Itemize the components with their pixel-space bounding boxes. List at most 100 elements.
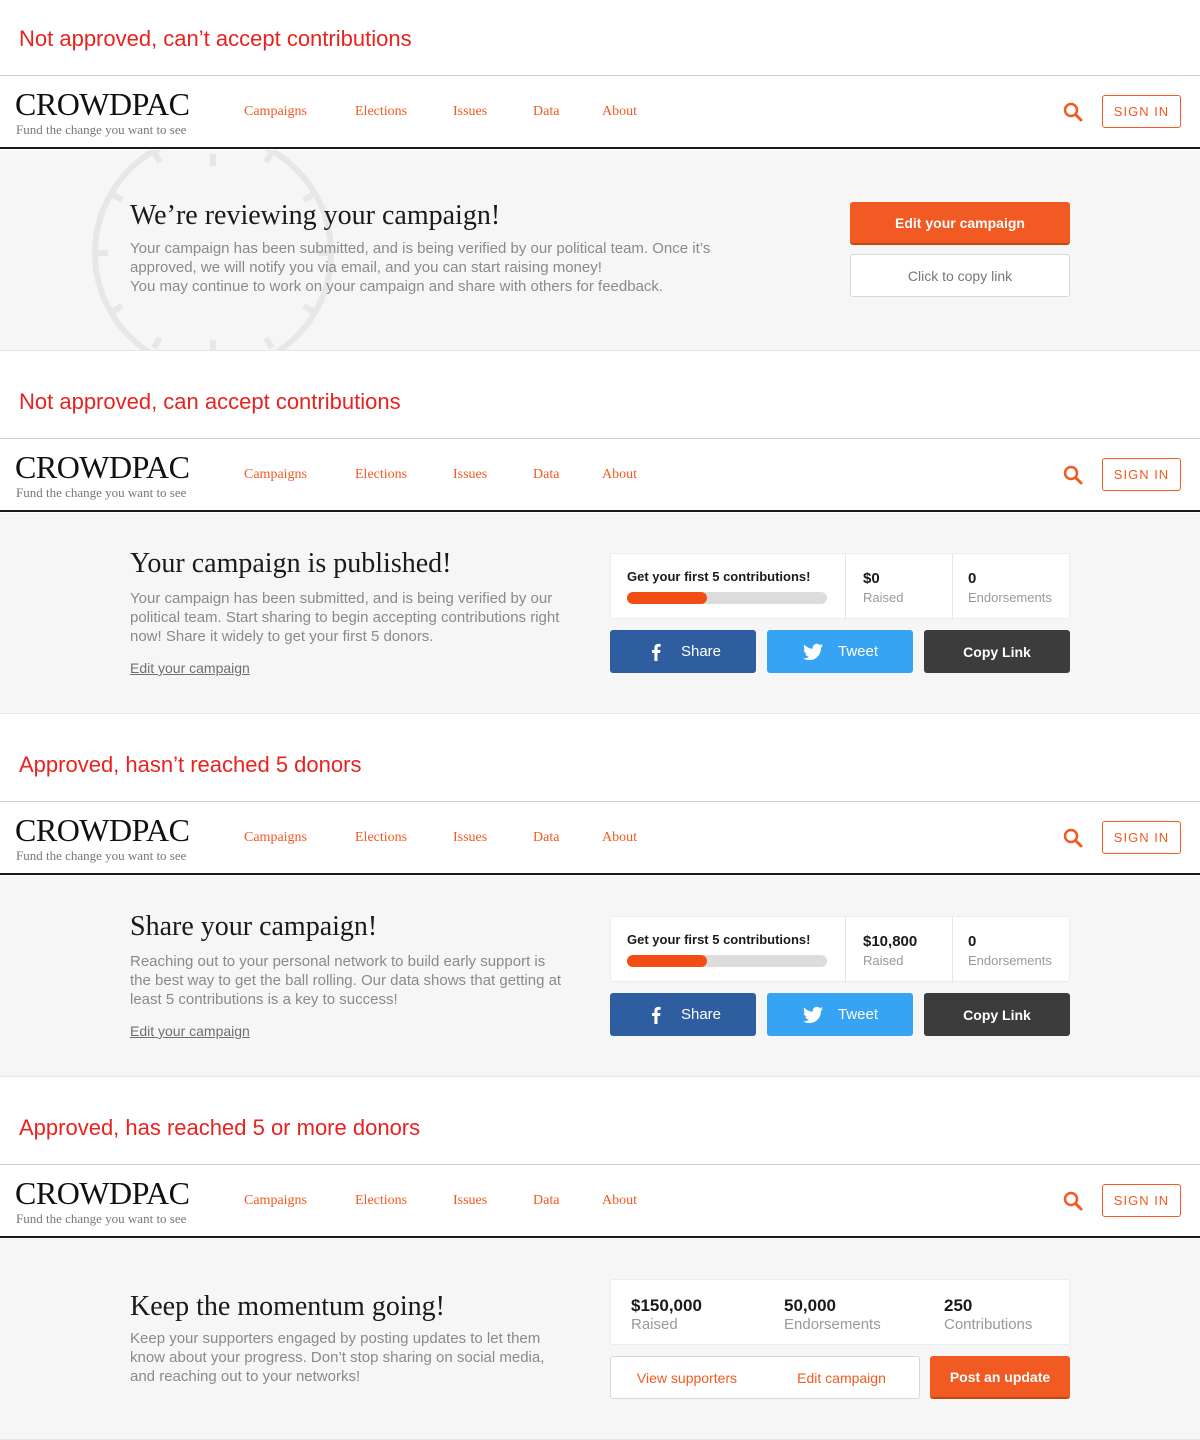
- state-label: Not approved, can accept contributions: [19, 389, 401, 414]
- facebook-icon: [651, 643, 661, 661]
- state-label: Approved, hasn’t reached 5 donors: [19, 752, 362, 777]
- copy-link-button[interactable]: Copy Link: [924, 993, 1070, 1036]
- goal-label: Get your first 5 contributions!: [627, 932, 811, 947]
- raised-label: Raised: [863, 590, 904, 605]
- raised-value: $10,800: [863, 933, 918, 950]
- tweet-label: Tweet: [837, 643, 879, 660]
- navbar: CROWDPAC Fund the change you want to see…: [0, 75, 1200, 149]
- search-icon[interactable]: [1063, 1191, 1083, 1211]
- edit-campaign-link[interactable]: Edit your campaign: [130, 1023, 250, 1039]
- progress-fill: [627, 592, 707, 604]
- endorsements-label: Endorsements: [968, 953, 1052, 968]
- contributions-label: Contributions: [944, 1316, 1033, 1333]
- nav-link-elections[interactable]: Elections: [355, 1193, 407, 1209]
- state-not-approved-can-accept: Not approved, can accept contributions C…: [0, 363, 1200, 726]
- nav-link-about[interactable]: About: [602, 467, 637, 483]
- contributions-value: 250: [944, 1296, 973, 1315]
- progress-fill: [627, 955, 707, 967]
- banner-text: Reaching out to your personal network to…: [130, 953, 562, 1008]
- raised-label: Raised: [631, 1316, 678, 1333]
- tweet-label: Tweet: [837, 1006, 879, 1023]
- nav-link-campaigns[interactable]: Campaigns: [244, 1193, 307, 1209]
- action-group: View supporters Edit campaign: [610, 1356, 920, 1399]
- logo[interactable]: CROWDPAC: [15, 812, 190, 849]
- banner-text: Keep your supporters engaged by posting …: [130, 1330, 545, 1385]
- nav-link-campaigns[interactable]: Campaigns: [244, 467, 307, 483]
- copy-link-button[interactable]: Copy Link: [924, 630, 1070, 673]
- state-not-approved-no-contributions: Not approved, can’t accept contributions…: [0, 0, 1200, 363]
- nav-link-issues[interactable]: Issues: [453, 1193, 487, 1209]
- tweet-button[interactable]: Tweet: [767, 993, 913, 1036]
- nav-link-about[interactable]: About: [602, 104, 637, 120]
- raised-value: $150,000: [631, 1296, 702, 1315]
- nav-link-issues[interactable]: Issues: [453, 104, 487, 120]
- search-icon[interactable]: [1063, 828, 1083, 848]
- stats-card: Get your first 5 contributions! $10,800 …: [610, 916, 1070, 983]
- state-approved-under-5: Approved, hasn’t reached 5 donors CROWDP…: [0, 726, 1200, 1089]
- stats-card: $150,000 Raised 50,000 Endorsements 250 …: [610, 1279, 1070, 1345]
- share-label: Share: [680, 1006, 722, 1023]
- nav-link-about[interactable]: About: [602, 830, 637, 846]
- logo[interactable]: CROWDPAC: [15, 86, 190, 123]
- copy-link-button[interactable]: Click to copy link: [850, 254, 1070, 297]
- twitter-icon: [802, 1006, 824, 1023]
- navbar: CROWDPAC Fund the change you want to see…: [0, 801, 1200, 875]
- logo[interactable]: CROWDPAC: [15, 449, 190, 486]
- nav-link-issues[interactable]: Issues: [453, 467, 487, 483]
- nav-link-data[interactable]: Data: [533, 1193, 559, 1209]
- post-update-button[interactable]: Post an update: [930, 1356, 1070, 1399]
- edit-campaign-link[interactable]: Edit your campaign: [130, 660, 250, 676]
- endorsements-value: 0: [968, 933, 977, 950]
- edit-campaign-button[interactable]: Edit campaign: [764, 1357, 919, 1398]
- share-label: Share: [680, 643, 722, 660]
- banner-title: Keep the momentum going!: [130, 1291, 445, 1322]
- tweet-button[interactable]: Tweet: [767, 630, 913, 673]
- banner-text: Your campaign has been submitted, and is…: [130, 240, 711, 295]
- banner-text: Your campaign has been submitted, and is…: [130, 590, 560, 645]
- state-label: Approved, has reached 5 or more donors: [19, 1115, 421, 1140]
- nav-link-data[interactable]: Data: [533, 104, 559, 120]
- logo[interactable]: CROWDPAC: [15, 1175, 190, 1212]
- tagline: Fund the change you want to see: [16, 848, 187, 863]
- nav-link-campaigns[interactable]: Campaigns: [244, 104, 307, 120]
- twitter-icon: [802, 643, 824, 660]
- state-approved-5-plus: Approved, has reached 5 or more donors C…: [0, 1089, 1200, 1440]
- nav-link-issues[interactable]: Issues: [453, 830, 487, 846]
- sign-in-button[interactable]: SIGN IN: [1102, 458, 1181, 491]
- tagline: Fund the change you want to see: [16, 1211, 187, 1226]
- nav-link-campaigns[interactable]: Campaigns: [244, 830, 307, 846]
- facebook-icon: [651, 1006, 661, 1024]
- facebook-share-button[interactable]: Share: [610, 630, 756, 673]
- nav-link-elections[interactable]: Elections: [355, 104, 407, 120]
- progress-bar: [627, 592, 827, 604]
- endorsements-label: Endorsements: [784, 1316, 881, 1333]
- search-icon[interactable]: [1063, 102, 1083, 122]
- endorsements-value: 50,000: [784, 1296, 836, 1315]
- raised-value: $0: [863, 570, 880, 587]
- endorsements-value: 0: [968, 570, 977, 587]
- banner-title: Your campaign is published!: [130, 548, 452, 579]
- tagline: Fund the change you want to see: [16, 122, 187, 137]
- search-icon[interactable]: [1063, 465, 1083, 485]
- campaign-banner: We’re reviewing your campaign! Your camp…: [0, 150, 1200, 351]
- nav-link-data[interactable]: Data: [533, 830, 559, 846]
- navbar: CROWDPAC Fund the change you want to see…: [0, 438, 1200, 512]
- tagline: Fund the change you want to see: [16, 485, 187, 500]
- edit-campaign-button[interactable]: Edit your campaign: [850, 202, 1070, 245]
- navbar: CROWDPAC Fund the change you want to see…: [0, 1164, 1200, 1238]
- sign-in-button[interactable]: SIGN IN: [1102, 95, 1181, 128]
- banner-title: Share your campaign!: [130, 911, 378, 942]
- progress-bar: [627, 955, 827, 967]
- facebook-share-button[interactable]: Share: [610, 993, 756, 1036]
- state-label: Not approved, can’t accept contributions: [19, 26, 412, 51]
- banner-title: We’re reviewing your campaign!: [130, 200, 501, 231]
- nav-link-elections[interactable]: Elections: [355, 830, 407, 846]
- sign-in-button[interactable]: SIGN IN: [1102, 821, 1181, 854]
- endorsements-label: Endorsements: [968, 590, 1052, 605]
- nav-link-data[interactable]: Data: [533, 467, 559, 483]
- goal-label: Get your first 5 contributions!: [627, 569, 811, 584]
- view-supporters-button[interactable]: View supporters: [611, 1357, 763, 1398]
- sign-in-button[interactable]: SIGN IN: [1102, 1184, 1181, 1217]
- nav-link-about[interactable]: About: [602, 1193, 637, 1209]
- nav-link-elections[interactable]: Elections: [355, 467, 407, 483]
